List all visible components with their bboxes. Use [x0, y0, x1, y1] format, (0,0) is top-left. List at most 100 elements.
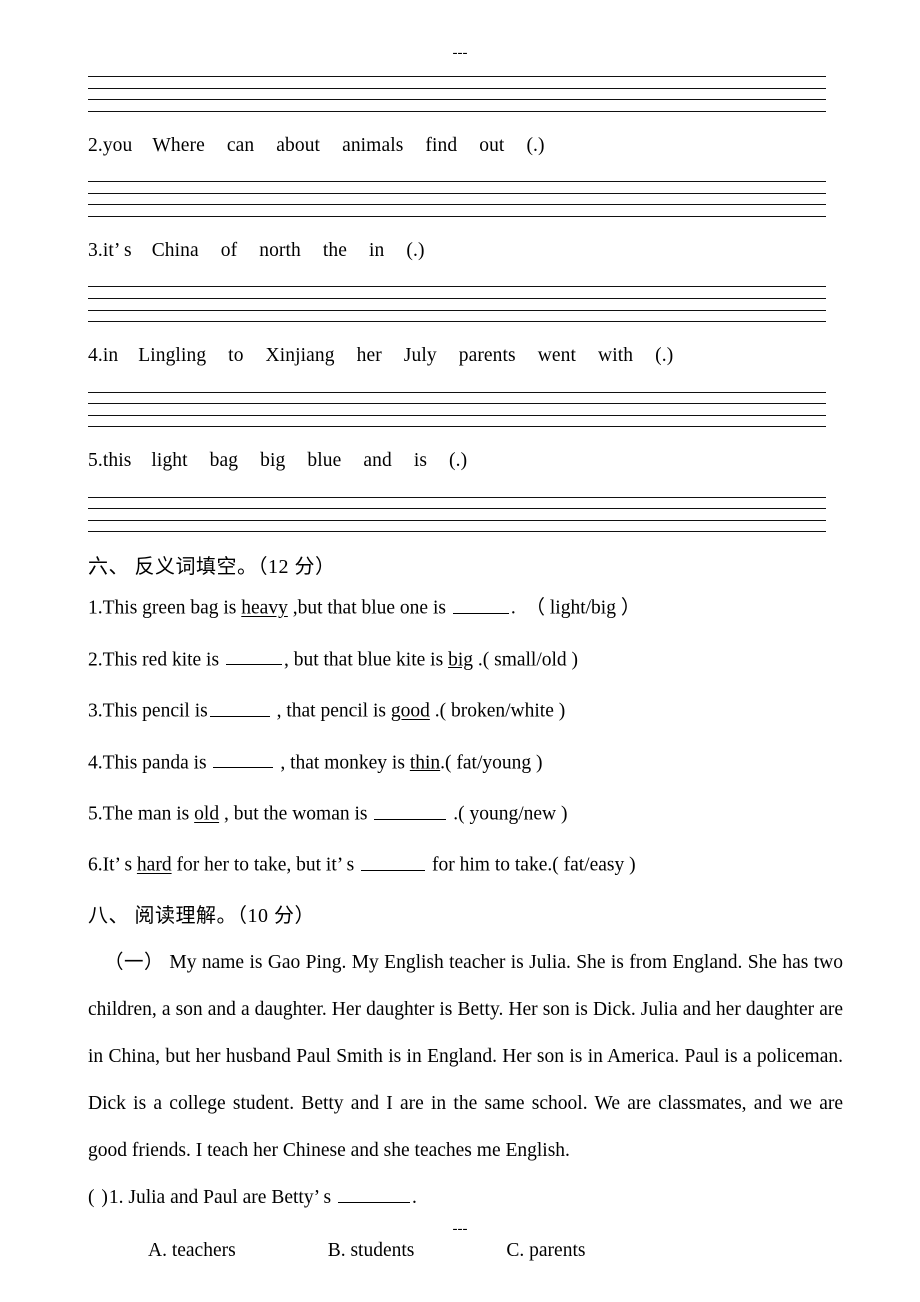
word: in [102, 345, 119, 367]
answer-lines-q4[interactable] [88, 391, 826, 428]
passage-marker: （一） [104, 951, 164, 973]
word-options: ( young/new ) [458, 803, 568, 825]
given-word: good [390, 700, 430, 722]
rule-line [88, 309, 826, 311]
word: in [369, 239, 385, 261]
answer-blank[interactable] [209, 697, 270, 717]
scrambled-sentence-5: 5.this light bag big blue and is (.) [88, 449, 828, 472]
given-word: thin [409, 752, 441, 774]
answer-blank[interactable] [213, 749, 274, 769]
word-options: ( broken/white ) [439, 700, 566, 722]
word-options: ( fat/young ) [445, 752, 543, 774]
word: big [260, 450, 286, 472]
given-word: hard [136, 854, 172, 876]
item-text-pre: This red kite is [102, 649, 224, 671]
item-number: 2. [88, 649, 103, 671]
word: went [537, 345, 577, 367]
item-text-pre: This green bag is [102, 597, 242, 619]
section-eight-heading: 八、 阅读理解。（10 分） [88, 904, 315, 927]
answer-blank[interactable] [225, 646, 282, 666]
answer-lines-q5[interactable] [88, 496, 826, 533]
answer-blank[interactable] [361, 851, 426, 871]
item-text-post2: . [472, 649, 483, 671]
item-text-post: , that pencil is [271, 700, 391, 722]
item-text-pre: It’ s [102, 854, 137, 876]
rule-line [88, 181, 826, 183]
word: (.) [406, 239, 425, 261]
word: Xinjiang [265, 345, 335, 367]
choice-b[interactable]: B. students [328, 1239, 415, 1263]
item-text-post: . [448, 803, 459, 825]
rule-line [88, 110, 826, 112]
word: (.) [449, 450, 468, 472]
question-number: 1. [108, 1186, 124, 1208]
choice-c[interactable]: C. parents [506, 1239, 585, 1263]
rule-line [88, 87, 826, 89]
word: with [598, 345, 634, 367]
antonym-item-4: 4.This panda is , that monkey is thin.( … [88, 749, 828, 776]
page-footer-mark: --- [452, 1221, 468, 1237]
reading-passage: （一） My name is Gao Ping. My English teac… [88, 939, 843, 1174]
word-options: （ light/big ） [525, 597, 641, 619]
item-text-mid: ,but that blue one is [287, 597, 451, 619]
choice-a[interactable]: A. teachers [148, 1239, 236, 1263]
item-text-post: , but that blue kite is [283, 649, 449, 671]
item-number: 5. [88, 450, 103, 472]
antonym-item-1: 1.This green bag is heavy ,but that blue… [88, 594, 828, 621]
reading-question-1: ( )1. Julia and Paul are Betty’ s . [88, 1174, 828, 1221]
rule-line [88, 99, 826, 101]
rule-line [88, 76, 826, 77]
word: of [220, 239, 238, 261]
answer-lines-q1[interactable] [88, 76, 826, 112]
rule-line [88, 426, 826, 428]
word: her [356, 345, 382, 367]
item-number: 5. [88, 803, 103, 825]
word: parents [458, 345, 516, 367]
answer-blank[interactable] [452, 594, 509, 614]
given-word: old [194, 803, 220, 825]
rule-line [88, 286, 826, 288]
word-options: ( fat/easy ) [552, 854, 636, 876]
rule-line [88, 519, 826, 521]
answer-blank[interactable] [374, 800, 447, 820]
item-text-mid: for her to take, but it’ s [171, 854, 360, 876]
worksheet-page: --- 2.you Where can about animals find out (.) … [0, 0, 920, 1302]
item-text-post: . [510, 597, 516, 619]
rule-line [88, 297, 826, 299]
answer-bracket[interactable]: ( ) [88, 1187, 109, 1208]
item-text-pre: This panda is [102, 752, 212, 774]
given-word: big [448, 649, 473, 671]
rule-line [88, 496, 826, 498]
word: this [102, 450, 132, 472]
answer-blank[interactable] [337, 1183, 410, 1203]
rule-line [88, 321, 826, 323]
rule-line [88, 531, 826, 533]
scrambled-sentence-3: 3.it’ s China of north the in (.) [88, 239, 828, 262]
item-number: 3. [88, 239, 103, 261]
antonym-item-2: 2.This red kite is , but that blue kite … [88, 646, 828, 673]
answer-lines-q2[interactable] [88, 181, 826, 217]
item-number: 6. [88, 854, 103, 876]
word: out [479, 134, 505, 156]
word: China [151, 239, 199, 261]
rule-line [88, 414, 826, 416]
rule-line [88, 403, 826, 405]
word: it’ s [102, 239, 132, 261]
word: to [228, 345, 244, 367]
antonym-item-6: 6.It’ s hard for her to take, but it’ s … [88, 851, 828, 878]
scrambled-sentence-4: 4.in Lingling to Xinjiang her July parents went… [88, 344, 828, 367]
item-text-post: for him to take. [427, 854, 553, 876]
section-six-heading: 六、 反义词填空。（12 分） [88, 556, 336, 579]
item-number: 1. [88, 597, 103, 619]
reading-question-1-choices: A. teachers B. students C. parents [88, 1239, 828, 1263]
scrambled-sentence-2: 2.you Where can about animals find out (.) [88, 134, 828, 157]
answer-lines-q3[interactable] [88, 286, 826, 323]
word: north [259, 239, 301, 261]
passage-text: My name is Gao Ping. My English teacher … [88, 951, 843, 1161]
rule-line [88, 391, 826, 393]
rule-line [88, 204, 826, 206]
word: is [413, 450, 428, 472]
item-text-mid: , but the woman is [219, 803, 373, 825]
antonym-item-5: 5.The man is old , but the woman is .( y… [88, 800, 828, 827]
word-options: ( small/old ) [482, 649, 579, 671]
